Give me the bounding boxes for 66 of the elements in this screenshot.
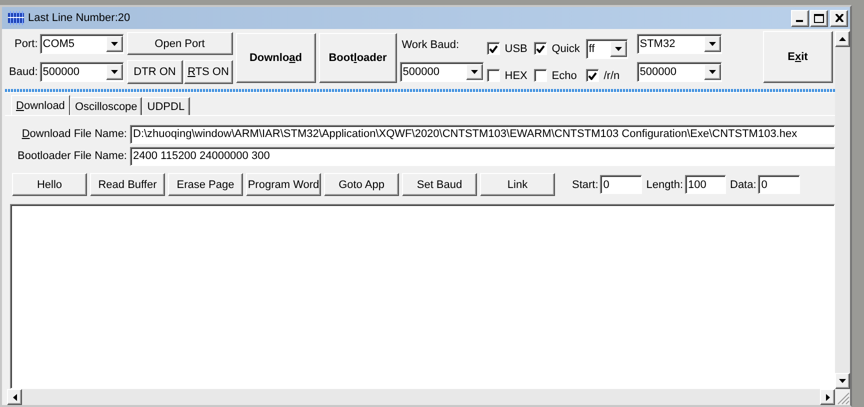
download-file-field[interactable]: D:\zhuoqing\window\ARM\IAR\STM32\Application\XQWF\2020\CNTSTM103\EWARM\CNTSTM103 Configuration\Exe\CNTSTM103.hex	[130, 124, 835, 144]
download-button[interactable]: Download	[236, 33, 316, 83]
caret-down-icon	[839, 379, 846, 383]
param-label: Data:	[730, 178, 756, 190]
checkbox[interactable]: Quick	[534, 42, 580, 56]
scroll-down-button[interactable]	[835, 373, 850, 389]
scroll-up-button[interactable]	[835, 31, 850, 47]
caret-down-icon	[708, 70, 716, 74]
chip-dropdown[interactable]: STM32	[636, 34, 722, 54]
rts-button[interactable]: RTS ON	[184, 60, 233, 84]
scroll-right-button[interactable]	[820, 389, 835, 405]
checkbox[interactable]: /r/n	[586, 69, 634, 82]
caret-down-icon	[614, 46, 622, 51]
baud-dropdown[interactable]: 500000	[40, 62, 124, 82]
open-port-button[interactable]: Open Port	[126, 32, 233, 55]
maximize-button[interactable]	[810, 10, 828, 26]
tab[interactable]: Download	[11, 95, 70, 115]
arrow-right-icon	[826, 394, 830, 400]
window-title: Last Line Number:20	[28, 12, 132, 24]
arrow-left-icon	[12, 394, 16, 400]
work-baud-label: Work Baud:	[402, 39, 460, 51]
tab[interactable]: Oscilloscope	[70, 97, 142, 115]
checkbox[interactable]: HEX	[486, 69, 534, 82]
port-label: Port:	[14, 38, 38, 50]
exit-button[interactable]: Exit	[762, 31, 833, 83]
command-button[interactable]: Erase Page	[168, 173, 243, 196]
check-icon	[488, 44, 498, 53]
dtr-button[interactable]: DTR ON	[126, 60, 183, 84]
bootloader-button[interactable]: Bootloader	[318, 33, 397, 83]
command-button[interactable]: Program Word	[246, 173, 321, 196]
bootloader-file-field[interactable]: 2400 115200 24000000 300	[130, 146, 835, 166]
check-icon	[588, 72, 597, 80]
close-button[interactable]	[830, 10, 848, 26]
param-field[interactable]: 100	[685, 175, 726, 194]
work-baud-dropdown[interactable]: 500000	[400, 62, 484, 82]
vertical-scrollbar[interactable]	[835, 31, 850, 389]
bootloader-file-label: Bootloader File Name:	[16, 150, 128, 162]
param-label: Length:	[646, 178, 683, 190]
arrow-up-icon	[839, 37, 846, 41]
minimize-button[interactable]	[791, 10, 809, 26]
maximize-icon	[814, 14, 824, 22]
param-field[interactable]: 0	[600, 175, 642, 194]
caret-down-icon	[110, 70, 118, 74]
param-field[interactable]: 0	[758, 175, 800, 194]
port-dropdown[interactable]: COM5	[40, 34, 124, 54]
check-icon	[536, 44, 545, 53]
app-icon	[8, 11, 24, 25]
chip-baud-dropdown[interactable]: 500000	[636, 62, 722, 82]
caret-down-icon	[708, 42, 716, 46]
command-button[interactable]: Link	[480, 173, 555, 196]
command-button[interactable]: Hello	[12, 173, 87, 196]
param-label: Start:	[572, 178, 598, 190]
checkbox[interactable]: USB	[486, 42, 534, 56]
caret-down-icon	[470, 70, 478, 74]
horizontal-scrollbar[interactable]	[7, 389, 835, 405]
close-icon	[834, 14, 844, 22]
caret-down-icon	[110, 42, 118, 46]
baud-label: Baud:	[9, 66, 38, 78]
checkbox[interactable]: Echo	[534, 69, 586, 82]
scroll-left-button[interactable]	[7, 389, 22, 405]
quick-dropdown[interactable]: ff	[586, 38, 628, 59]
tab[interactable]: UDPDL	[142, 97, 190, 115]
command-button[interactable]: Read Buffer	[90, 173, 165, 196]
download-file-label: Download File Name:	[20, 128, 128, 140]
command-button[interactable]: Goto App	[324, 173, 399, 196]
command-button[interactable]: Set Baud	[402, 173, 477, 196]
